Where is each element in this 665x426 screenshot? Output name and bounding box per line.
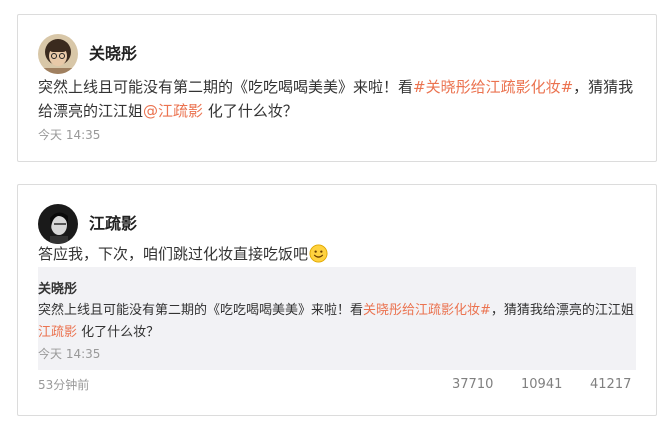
post-text: 突然上线且可能没有第二期的《吃吃喝喝美美》来啦！看#关晓彤给江疏影化妆#，猜猜我… [38,75,646,123]
repost-text-part: 突然上线且可能没有第二期的《吃吃喝喝美美》来啦！看 [38,303,364,318]
mention-link[interactable]: @江疏影 [143,102,203,120]
mention-link[interactable]: 江疏影 [38,325,77,340]
post-text-part: 突然上线且可能没有第二期的《吃吃喝喝美美》来啦！看 [38,78,414,96]
repost-timestamp[interactable]: 今天 14:35 [38,346,100,362]
post-text-part: 答应我，下次，咱们跳过化妆直接吃饭吧 [38,245,309,263]
post-text: 答应我，下次，咱们跳过化妆直接吃饭吧 [38,242,646,266]
repost-text-part: 化了什么妆？ [77,325,160,340]
like-count[interactable]: 41217 [590,377,631,393]
repost-count[interactable]: 37710 [452,377,493,393]
hashtag-link[interactable]: 关晓彤给江疏影化妆# [363,303,491,318]
avatar-guan[interactable] [38,34,78,74]
hashtag-link[interactable]: #关晓彤给江疏影化妆# [413,78,573,96]
post-text-part: 化了什么妆？ [203,102,298,120]
repost-text: 突然上线且可能没有第二期的《吃吃喝喝美美》来啦！看关晓彤给江疏影化妆#，猜猜我给… [38,300,636,344]
post-card-jiang: 江疏影 答应我，下次，咱们跳过化妆直接吃饭吧 关晓彤 突然上线且可能没有第二期的… [17,184,657,416]
post-timestamp[interactable]: 今天 14:35 [38,127,100,143]
username[interactable]: 江疏影 [89,214,137,234]
username[interactable]: 关晓彤 [89,44,137,64]
repost-username[interactable]: 关晓彤 [38,281,77,299]
avatar-jiang[interactable] [38,204,78,244]
comment-count[interactable]: 10941 [521,377,562,393]
repost-text-part: ，猜猜我给漂亮的江江姐 [490,303,634,318]
post-card-guan: 关晓彤 突然上线且可能没有第二期的《吃吃喝喝美美》来啦！看#关晓彤给江疏影化妆#… [17,14,657,162]
smiley-icon [309,244,328,263]
post-timestamp[interactable]: 53分钟前 [38,377,89,393]
reposted-content[interactable]: 关晓彤 突然上线且可能没有第二期的《吃吃喝喝美美》来啦！看关晓彤给江疏影化妆#，… [38,267,636,370]
